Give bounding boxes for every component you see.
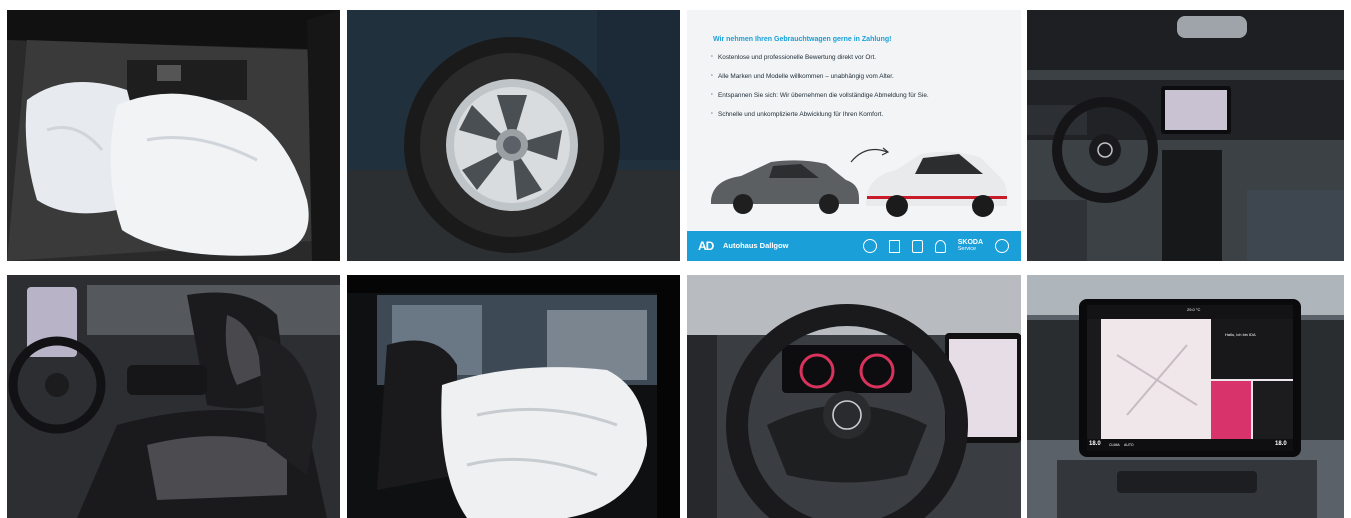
dealer-logo: AD bbox=[698, 239, 714, 253]
brand-square-icon bbox=[888, 239, 900, 253]
screen-temperature: 29.0 °C bbox=[1187, 307, 1201, 312]
photo-trunk[interactable] bbox=[7, 10, 340, 261]
new-car-icon bbox=[866, 151, 1007, 217]
dealer-name: Autohaus Dallgow bbox=[723, 241, 789, 250]
skoda-sub: Service bbox=[957, 246, 977, 252]
brand-logos: SKODA Service bbox=[862, 237, 1009, 255]
promo-bullet: Alle Marken und Modelle willkommen – una… bbox=[711, 72, 929, 80]
photo-wheel[interactable] bbox=[347, 10, 680, 261]
promo-cars-illustration bbox=[711, 147, 1007, 217]
photo-front-seats[interactable] bbox=[7, 275, 340, 518]
promo-bullet: Schnelle und unkomplizierte Abwicklung f… bbox=[711, 110, 929, 118]
photo-rear-seats[interactable] bbox=[347, 275, 680, 518]
photo-gallery-grid: Wir nehmen Ihren Gebrauchtwagen gerne in… bbox=[0, 0, 1351, 518]
screen-auto-label: AUTO bbox=[1124, 443, 1134, 447]
photo-dashboard[interactable] bbox=[1027, 10, 1344, 261]
skoda-label: SKODA bbox=[957, 239, 983, 246]
arrow-icon bbox=[850, 149, 888, 163]
promo-bullet-list: Kostenlose und professionelle Bewertung … bbox=[711, 53, 929, 130]
screen-right-temp: 18.0 bbox=[1275, 441, 1287, 447]
photo-infotainment-screen[interactable]: 29.0 °C Hallo, ich bin IDA 18.0 CLIMA AU… bbox=[1027, 275, 1344, 518]
screen-left-temp: 18.0 bbox=[1089, 441, 1101, 447]
cupra-logo-icon bbox=[934, 239, 946, 253]
vw-logo-icon bbox=[862, 239, 877, 253]
skoda-service-logo: SKODA Service bbox=[958, 239, 983, 253]
screen-assistant-greeting: Hallo, ich bin IDA bbox=[1225, 332, 1256, 337]
photo-steering-wheel[interactable] bbox=[687, 275, 1021, 518]
vw-commercial-logo-icon bbox=[995, 239, 1009, 253]
promo-bullet: Kostenlose und professionelle Bewertung … bbox=[711, 53, 929, 61]
old-car-icon bbox=[711, 160, 859, 214]
promo-bullet: Entspannen Sie sich: Wir übernehmen die … bbox=[711, 91, 929, 99]
promo-headline: Wir nehmen Ihren Gebrauchtwagen gerne in… bbox=[713, 36, 892, 43]
dealer-footer-bar: AD Autohaus Dallgow SKODA Service bbox=[687, 231, 1021, 261]
screen-climate-label: CLIMA bbox=[1109, 443, 1120, 447]
seat-logo-icon bbox=[911, 239, 923, 253]
promo-trade-in-banner[interactable]: Wir nehmen Ihren Gebrauchtwagen gerne in… bbox=[687, 10, 1021, 261]
